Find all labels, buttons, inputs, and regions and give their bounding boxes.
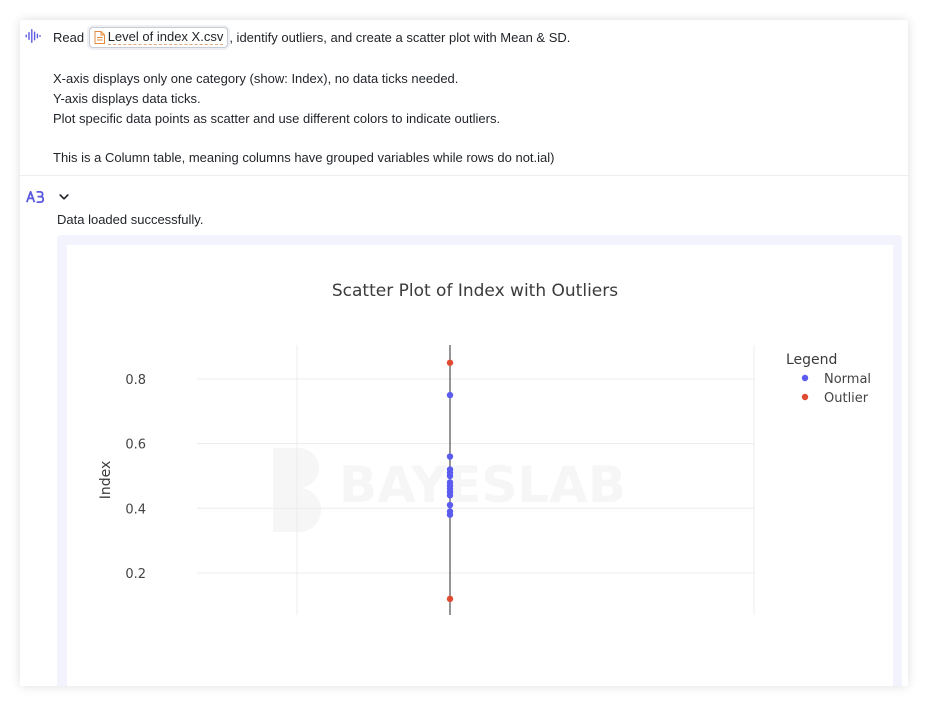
message-line: X-axis displays only one category (show:…	[53, 71, 459, 86]
plot-card: BAYESLAB 0.2 0.4 0.6 0.8 Scatter Plot of In…	[67, 245, 893, 686]
voice-waveform-icon	[25, 29, 41, 43]
normal-point	[446, 492, 454, 499]
output-panel: BAYESLAB 0.2 0.4 0.6 0.8 Scatter Plot of In…	[57, 235, 902, 686]
legend-marker-outlier	[801, 393, 809, 401]
normal-point	[446, 472, 454, 480]
legend: Legend Normal Outlier	[786, 352, 871, 406]
bayeslab-logo-icon	[26, 191, 44, 203]
message-suffix: , identify outliers, and create a scatte…	[229, 29, 571, 45]
normal-point	[446, 391, 454, 399]
csv-file-icon	[94, 31, 105, 44]
y-axis-label: Index	[98, 461, 114, 500]
scatter-chart: BAYESLAB 0.2 0.4 0.6 0.8 Scatter Plot of In…	[98, 281, 871, 615]
y-tick-label: 0.2	[125, 567, 146, 582]
y-tick-label: 0.8	[125, 373, 146, 388]
y-tick-label: 0.4	[125, 502, 146, 517]
y-tick-label: 0.6	[125, 438, 146, 453]
message-line: Y-axis displays data ticks.	[53, 91, 201, 106]
outlier-point	[446, 359, 454, 366]
assistant-response: Data loaded successfully. BAYESLAB 0.2 0.…	[20, 176, 908, 686]
legend-label-outlier: Outlier	[824, 391, 869, 406]
file-chip[interactable]: Level of index X.csv	[88, 27, 229, 48]
message-line: This is a Column table, meaning columns …	[53, 150, 555, 165]
chat-window: Read Level of index X.csv , identify out…	[20, 20, 908, 686]
legend-marker-normal	[801, 374, 809, 382]
watermark-text: BAYESLAB	[339, 456, 626, 514]
chart-title: Scatter Plot of Index with Outliers	[332, 281, 618, 301]
legend-label-normal: Normal	[824, 372, 871, 387]
message-prefix: Read	[53, 29, 85, 45]
user-message: Read Level of index X.csv , identify out…	[20, 20, 908, 176]
chevron-down-icon[interactable]	[59, 193, 69, 201]
status-text: Data loaded successfully.	[57, 212, 204, 227]
outlier-point	[446, 595, 454, 603]
normal-point	[446, 453, 454, 460]
legend-title: Legend	[786, 352, 837, 368]
normal-point	[446, 511, 454, 518]
message-first-line: Read Level of index X.csv , identify out…	[53, 27, 571, 49]
normal-point	[446, 501, 454, 509]
message-line: Plot specific data points as scatter and…	[53, 111, 501, 126]
file-chip-name: Level of index X.csv	[107, 29, 224, 45]
